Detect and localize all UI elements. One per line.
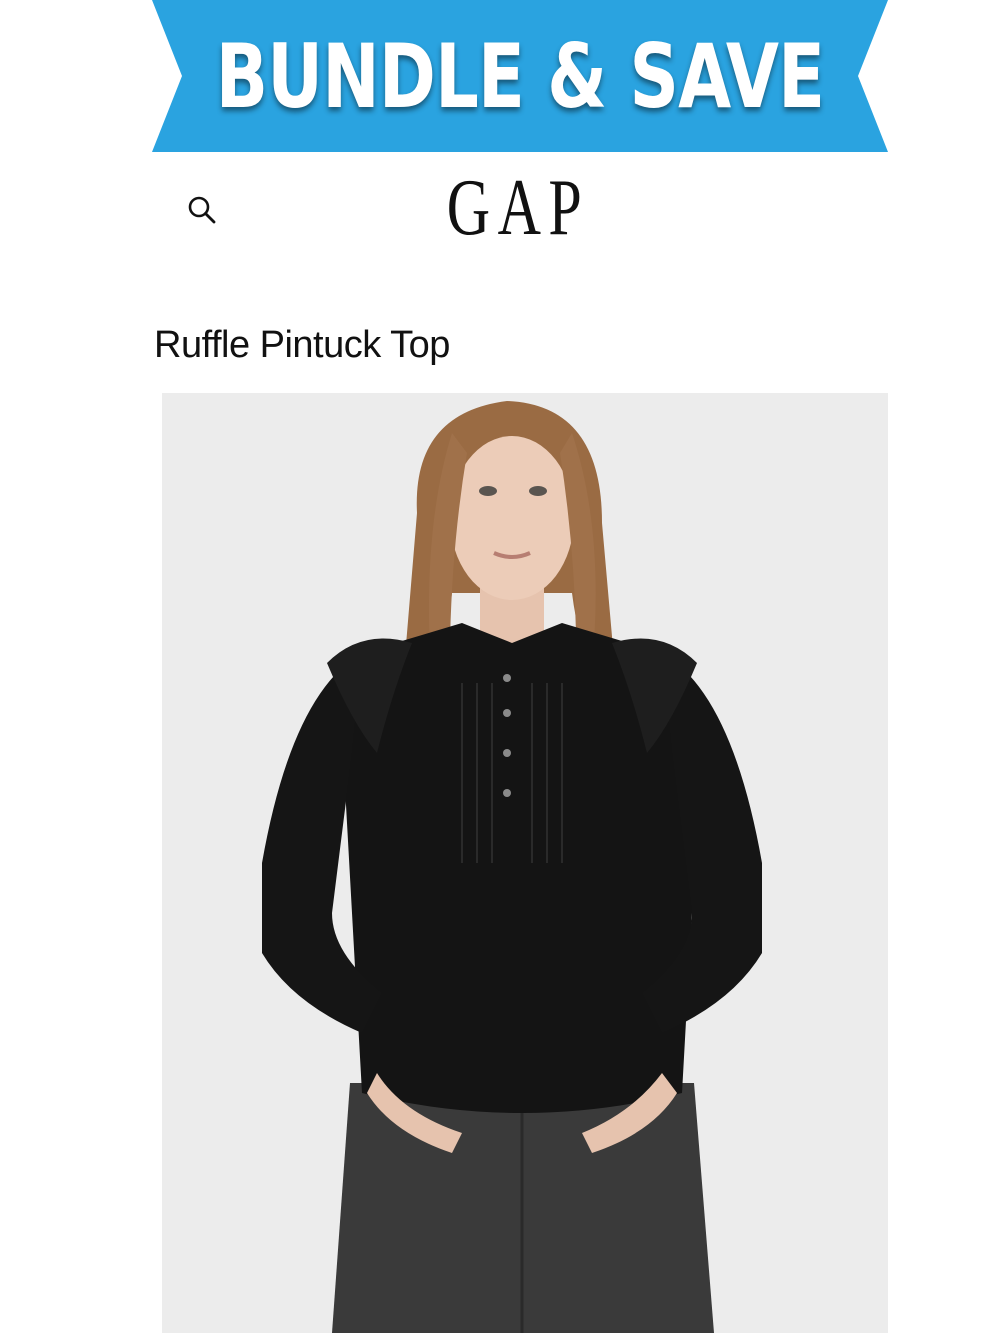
promo-banner[interactable]: BUNDLE & SAVE	[152, 0, 888, 152]
product-title: Ruffle Pintuck Top	[154, 324, 450, 366]
product-image[interactable]	[162, 393, 888, 1333]
brand-logo[interactable]: GAP	[447, 160, 582, 256]
face-shape	[450, 436, 574, 600]
banner-text: BUNDLE & SAVE	[215, 24, 825, 128]
search-icon[interactable]	[184, 192, 220, 228]
